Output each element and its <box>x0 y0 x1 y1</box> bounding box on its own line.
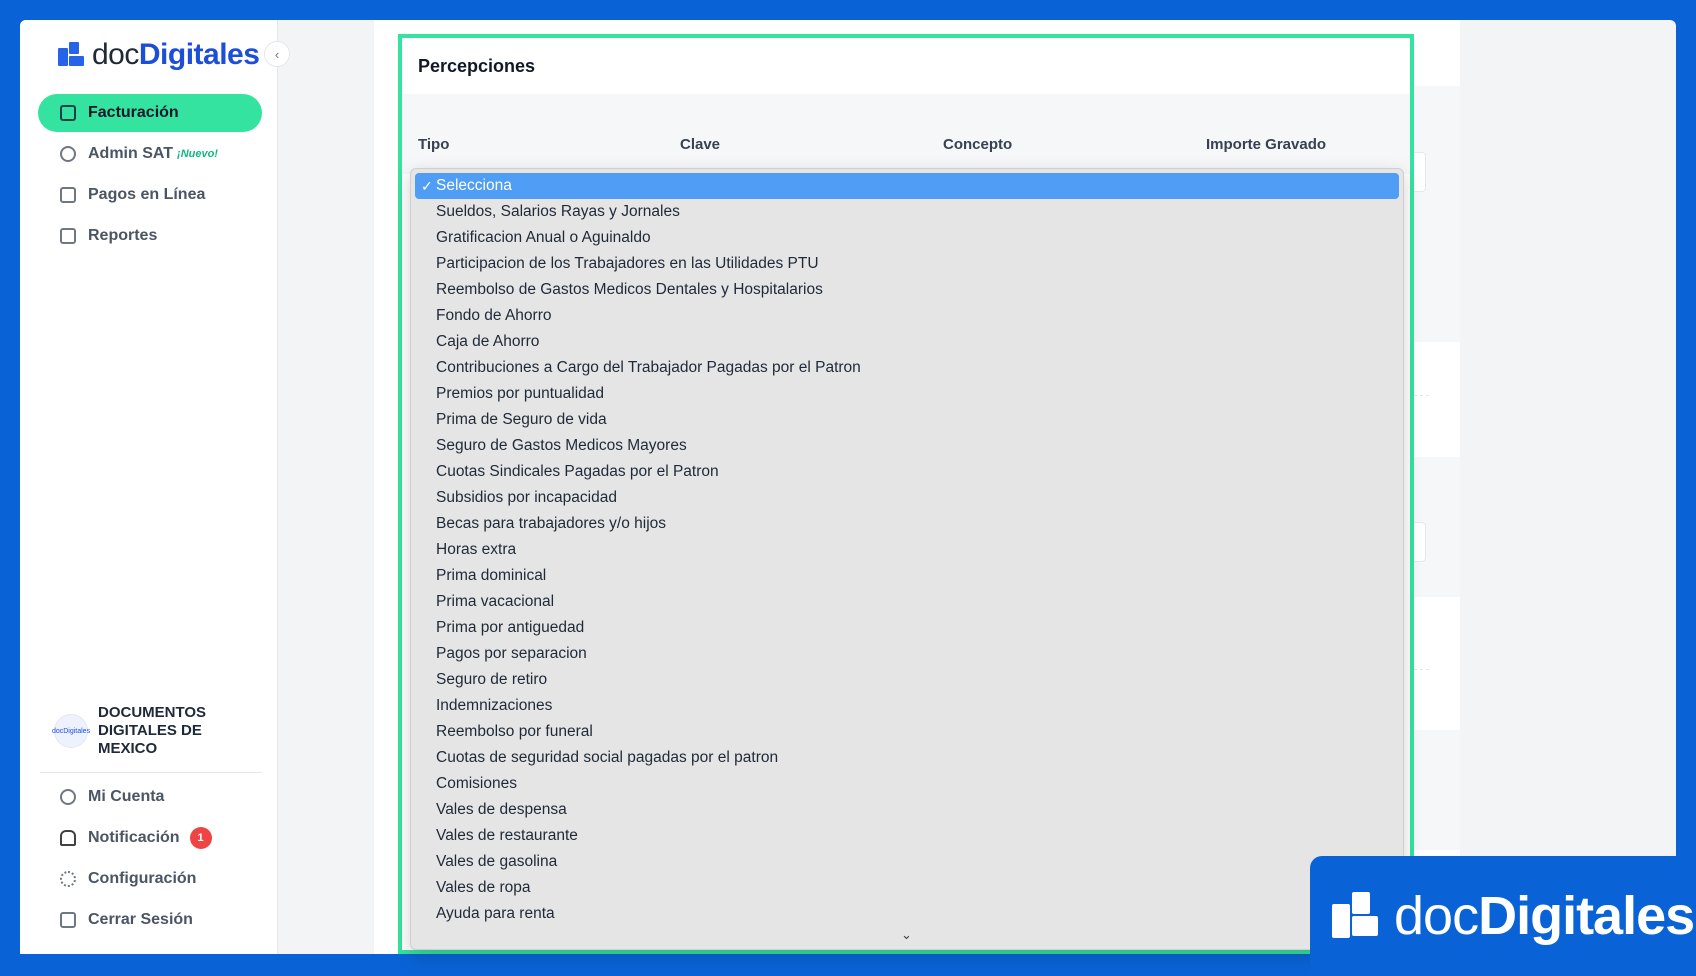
docdigitales-logo-icon <box>56 40 86 70</box>
dropdown-option[interactable]: Participacion de los Trabajadores en las… <box>411 251 1403 277</box>
invoice-icon <box>60 105 76 121</box>
dropdown-option[interactable]: Gratificacion Anual o Aguinaldo <box>411 225 1403 251</box>
section-title: Percepciones <box>418 56 536 76</box>
nav-item-label: Facturación <box>88 104 179 121</box>
collapse-sidebar-button[interactable]: ‹ <box>264 41 290 67</box>
notification-badge: 1 <box>189 827 212 849</box>
dropdown-option[interactable]: Prima dominical <box>411 563 1403 589</box>
sidebar-divider <box>40 772 262 773</box>
column-label-concepto: Concepto <box>943 136 1013 153</box>
dropdown-option[interactable]: Premios por puntualidad <box>411 381 1403 407</box>
dropdown-option[interactable]: Pagos por separacion <box>411 641 1403 667</box>
nav-item-label: Notificación <box>88 829 180 846</box>
dropdown-option[interactable]: Cuotas Sindicales Pagadas por el Patron <box>411 459 1403 485</box>
chevron-down-icon[interactable]: ⌄ <box>901 927 912 943</box>
dropdown-option[interactable]: Becas para trabajadores y/o hijos <box>411 511 1403 537</box>
dropdown-option[interactable]: Seguro de Gastos Medicos Mayores <box>411 433 1403 459</box>
dropdown-option[interactable]: Sueldos, Salarios Rayas y Jornales <box>411 199 1403 225</box>
dropdown-option[interactable]: Reembolso de Gastos Medicos Dentales y H… <box>411 277 1403 303</box>
watermark-badge: docDigitales <box>1310 856 1696 976</box>
dropdown-option[interactable]: Subsidios por incapacidad <box>411 485 1403 511</box>
nav-item-label: Cerrar Sesión <box>88 911 193 928</box>
nav-item-facturacion[interactable]: Facturación <box>38 94 262 132</box>
dropdown-option[interactable]: Vales de restaurante <box>411 823 1403 849</box>
dropdown-option[interactable]: Cuotas de seguridad social pagadas por e… <box>411 745 1403 771</box>
admin-sat-icon <box>60 146 76 162</box>
organization-info[interactable]: docDigitales DOCUMENTOS DIGITALES DE MEX… <box>52 704 264 758</box>
chevron-left-icon: ‹ <box>274 46 280 62</box>
nav-item-label: Admin SAT <box>88 145 174 162</box>
dropdown-option[interactable]: Prima por antiguedad <box>411 615 1403 641</box>
credit-card-icon <box>60 187 76 203</box>
column-header-row <box>402 94 1410 174</box>
tipo-select-dropdown[interactable]: ✓ Selecciona Sueldos, Salarios Rayas y J… <box>410 168 1404 950</box>
dropdown-option[interactable]: Contribuciones a Cargo del Trabajador Pa… <box>411 355 1403 381</box>
nav-item-label: Mi Cuenta <box>88 788 165 805</box>
dropdown-option[interactable]: Reembolso por funeral <box>411 719 1403 745</box>
dropdown-option[interactable]: Horas extra <box>411 537 1403 563</box>
dropdown-option[interactable]: Vales de gasolina <box>411 849 1403 875</box>
bell-icon <box>60 830 76 846</box>
brand-logo[interactable]: docDigitales <box>56 38 260 72</box>
nav-item-pagos-en-linea[interactable]: Pagos en Línea <box>38 176 262 214</box>
nav-item-label: Reportes <box>88 227 158 244</box>
folder-icon <box>60 228 76 244</box>
gear-icon <box>60 871 76 887</box>
account-nav: Mi Cuenta Notificación 1 Configuración C… <box>38 778 262 942</box>
main-nav: Facturación Admin SAT ¡Nuevo! Pagos en L… <box>38 94 262 258</box>
dropdown-option[interactable]: Fondo de Ahorro <box>411 303 1403 329</box>
dropdown-option[interactable]: Seguro de retiro <box>411 667 1403 693</box>
watermark-text: docDigitales <box>1394 886 1695 946</box>
nav-item-cerrar-sesion[interactable]: Cerrar Sesión <box>38 901 262 939</box>
nav-item-label: Configuración <box>88 870 197 887</box>
nav-item-reportes[interactable]: Reportes <box>38 217 262 255</box>
org-name: DOCUMENTOS DIGITALES DE MEXICO <box>98 704 207 757</box>
percepciones-section: Percepciones Tipo Clave Concepto Importe… <box>398 34 1414 954</box>
column-label-importe-gravado: Importe Gravado <box>1206 136 1327 153</box>
dropdown-option[interactable]: Vales de despensa <box>411 797 1403 823</box>
column-label-clave: Clave <box>680 136 721 153</box>
checkmark-icon: ✓ <box>421 178 433 194</box>
sidebar: docDigitales ‹ Facturación Admin SAT ¡Nu… <box>20 20 290 954</box>
nav-item-admin-sat[interactable]: Admin SAT ¡Nuevo! <box>38 135 262 173</box>
brand-name: docDigitales <box>92 38 260 71</box>
dropdown-option[interactable]: Vales de ropa <box>411 875 1403 901</box>
logout-icon <box>60 912 76 928</box>
dropdown-option[interactable]: Comisiones <box>411 771 1403 797</box>
dropdown-option[interactable]: Ayuda para renta <box>411 901 1403 927</box>
docdigitales-logo-icon <box>1328 888 1380 944</box>
nav-item-notificacion[interactable]: Notificación 1 <box>38 819 262 857</box>
dropdown-option[interactable]: Prima de Seguro de vida <box>411 407 1403 433</box>
column-label-tipo: Tipo <box>418 136 450 153</box>
nav-item-configuracion[interactable]: Configuración <box>38 860 262 898</box>
dropdown-option[interactable]: Indemnizaciones <box>411 693 1403 719</box>
nav-item-mi-cuenta[interactable]: Mi Cuenta <box>38 778 262 816</box>
dropdown-option[interactable]: Prima vacacional <box>411 589 1403 615</box>
org-avatar: docDigitales <box>52 714 90 748</box>
nav-item-label: Pagos en Línea <box>88 186 206 203</box>
option-selecciona[interactable]: ✓ Selecciona <box>415 173 1399 199</box>
new-tag: ¡Nuevo! <box>177 148 218 160</box>
user-circle-icon <box>60 789 76 805</box>
dropdown-option[interactable]: Caja de Ahorro <box>411 329 1403 355</box>
options-list: Sueldos, Salarios Rayas y Jornales Gratif… <box>411 199 1403 927</box>
